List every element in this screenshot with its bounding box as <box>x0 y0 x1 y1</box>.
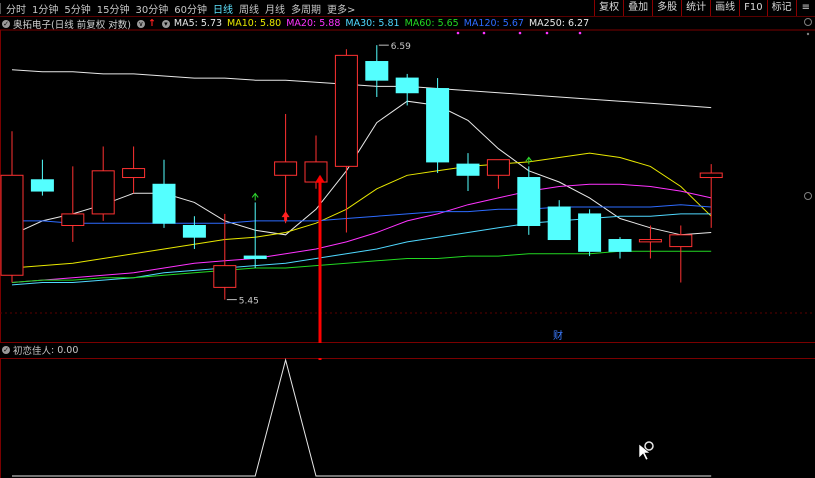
candle-body <box>304 161 328 183</box>
candle-body <box>182 224 206 238</box>
small-up-marker-1 <box>525 156 533 165</box>
candle-body <box>486 159 510 176</box>
toolbar-buttons: 复权 叠加 多股 统计 画线 F10 标记 ≡ <box>594 0 815 16</box>
candle-body <box>213 265 237 288</box>
candle-body <box>91 170 115 215</box>
toolbar-button-1[interactable]: 叠加 <box>623 0 652 16</box>
candle-body <box>456 163 480 176</box>
period-tab-8[interactable]: 月线 <box>262 1 288 16</box>
candlestick-chart[interactable]: 6.59 5.45 财 <box>0 17 815 343</box>
period-tab-5[interactable]: 60分钟 <box>171 1 210 16</box>
ma-line-ma5 <box>11 100 712 236</box>
period-tab-10[interactable]: 更多> <box>324 1 358 16</box>
period-tab-3[interactable]: 15分钟 <box>94 1 133 16</box>
toolbar-button-6[interactable]: 标记 <box>766 0 796 16</box>
toolbar: 分时 1分钟 5分钟 15分钟 30分钟 60分钟 日线 周线 月线 多周期 更多> 复权 叠加 多股统… <box>0 0 815 17</box>
candle-16 <box>486 159 510 189</box>
candle-body <box>30 179 54 192</box>
candle-18 <box>547 200 571 241</box>
period-tab-6[interactable]: 日线 <box>210 1 236 16</box>
toolbar-button-3[interactable]: 统计 <box>681 0 710 16</box>
toolbar-button-4[interactable]: 画线 <box>710 0 739 16</box>
buy-arrow-icon <box>281 211 290 222</box>
period-tabs: 分时 1分钟 5分钟 15分钟 30分钟 60分钟 日线 周线 月线 多周期 更多> <box>0 0 358 16</box>
candle-14 <box>426 78 450 174</box>
sub-collapse-icon[interactable]: ✓ <box>2 346 10 354</box>
candle-4 <box>122 146 146 194</box>
ma-line-ma120 <box>12 204 712 224</box>
top-dot-0 <box>456 31 460 35</box>
candle-body <box>699 172 723 179</box>
candle-15 <box>456 153 480 192</box>
top-dot-4 <box>578 31 582 35</box>
top-dot-1 <box>482 31 486 35</box>
candle-body <box>61 213 85 226</box>
sub-indicator-chart[interactable] <box>0 358 815 478</box>
candle-1 <box>30 159 54 196</box>
candle-5 <box>152 159 176 228</box>
small-up-marker-0 <box>251 192 259 201</box>
candle-body <box>578 213 602 252</box>
candle-0 <box>0 131 24 283</box>
candle-19 <box>578 209 602 257</box>
sub-indicator-line <box>12 358 712 477</box>
candle-body <box>426 88 450 163</box>
tab-separator <box>0 2 1 14</box>
candle-13 <box>395 73 419 106</box>
sub-indicator-name: 初恋佳人 <box>13 346 52 357</box>
event-marker-label: 财 <box>553 329 563 342</box>
right-side-markers <box>804 18 812 200</box>
candle-6 <box>182 216 206 249</box>
candle-body <box>638 239 662 243</box>
period-tab-1[interactable]: 1分钟 <box>29 1 61 16</box>
candle-9 <box>274 113 298 224</box>
top-dot-3 <box>545 31 549 35</box>
toolbar-button-0[interactable]: 复权 <box>594 0 623 16</box>
sub-indicator-value: : 0.00 <box>51 344 79 356</box>
candle-17 <box>517 166 541 235</box>
mouse-cursor-icon <box>638 441 654 461</box>
candle-body <box>0 174 24 276</box>
ma-line-ma10 <box>11 152 712 269</box>
period-tab-7[interactable]: 周线 <box>236 1 262 16</box>
candle-body <box>152 183 176 224</box>
candle-body <box>365 61 389 81</box>
candle-body <box>395 77 419 94</box>
more-menu-icon[interactable]: ≡ <box>795 0 815 16</box>
candle-body <box>669 234 693 248</box>
period-tab-0[interactable]: 分时 <box>3 1 29 16</box>
toolbar-button-5[interactable]: F10 <box>739 0 766 16</box>
period-tab-9[interactable]: 多周期 <box>288 1 324 16</box>
candle-body <box>334 54 358 167</box>
candle-11 <box>334 49 358 233</box>
low-price-label: 5.45 <box>239 297 259 307</box>
candle-21 <box>638 225 662 259</box>
candle-body <box>608 239 632 252</box>
sub-indicator-legend: ✓ 初恋佳人 : 0.00 <box>0 344 79 357</box>
ma-line-ma250 <box>11 69 712 109</box>
candle-body <box>274 161 298 176</box>
candle-body <box>547 206 571 241</box>
candle-body <box>517 177 541 226</box>
candle-8 <box>243 202 267 269</box>
candle-20 <box>608 237 632 259</box>
high-price-label: 6.59 <box>391 42 411 52</box>
candle-body <box>122 168 146 179</box>
candle-2 <box>61 166 85 242</box>
candle-3 <box>91 146 115 221</box>
period-tab-4[interactable]: 30分钟 <box>132 1 171 16</box>
candle-12 <box>365 45 389 97</box>
candle-body <box>243 255 267 259</box>
candle-7 <box>213 213 237 300</box>
period-tab-2[interactable]: 5分钟 <box>61 1 93 16</box>
top-dot-2 <box>518 31 522 35</box>
toolbar-button-2[interactable]: 多股 <box>652 0 681 16</box>
